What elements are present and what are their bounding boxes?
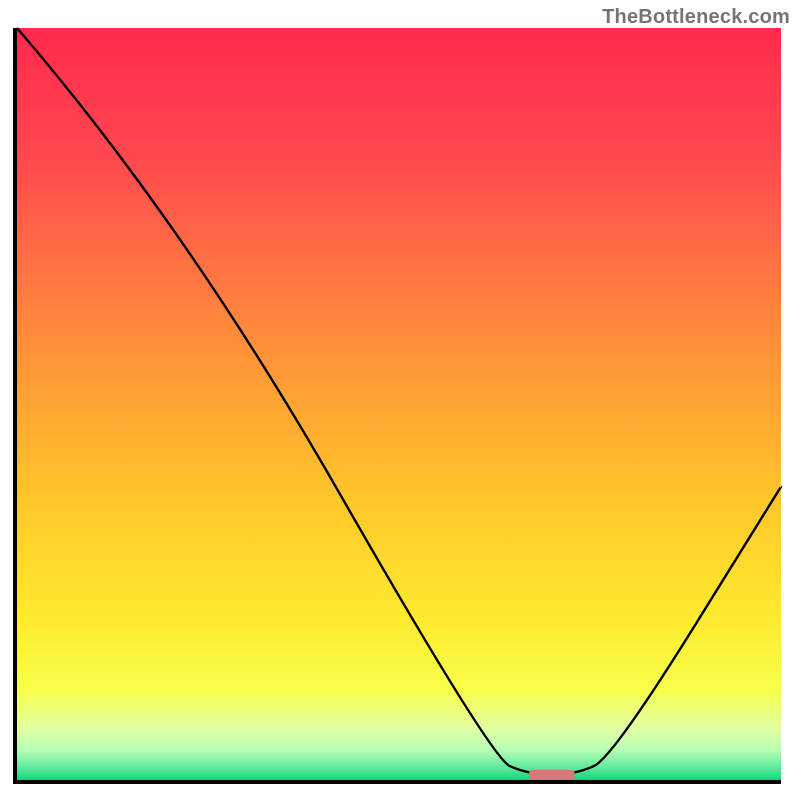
optimum-marker (529, 770, 575, 780)
chart-background (17, 28, 781, 780)
bottleneck-chart (0, 0, 800, 800)
